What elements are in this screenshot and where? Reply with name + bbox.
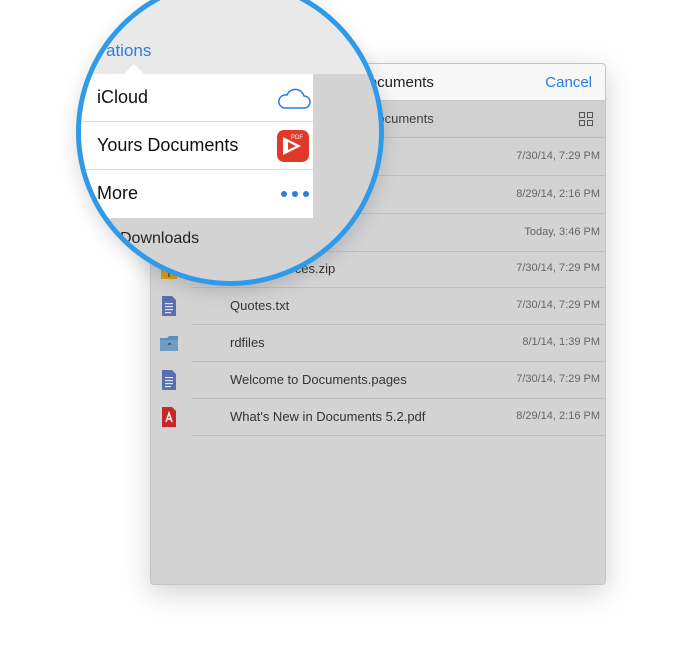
file-row[interactable]: Quotes.txt 7/30/14, 7:29 PM — [162, 287, 605, 325]
file-date: 7/30/14, 7:29 PM — [516, 262, 600, 274]
file-name: Welcome to Documents.pages — [230, 372, 407, 387]
text-file-icon — [162, 296, 176, 316]
back-button[interactable]: ations — [106, 41, 151, 61]
location-label: iCloud — [97, 87, 149, 107]
downloads-label: Downloads — [120, 230, 200, 247]
location-more[interactable]: More — [81, 170, 313, 217]
cancel-button[interactable]: Cancel — [545, 74, 592, 91]
location-label: Yours Documents — [97, 135, 239, 155]
locations-list: iCloud Yours Documents PDF More — [81, 74, 313, 218]
folder-icon — [160, 336, 178, 351]
file-date: 7/30/14, 7:29 PM — [516, 299, 600, 311]
file-date: 8/29/14, 2:16 PM — [516, 188, 600, 200]
svg-text:PDF: PDF — [291, 135, 303, 141]
pages-file-icon — [162, 370, 176, 390]
location-label: More — [97, 183, 139, 203]
more-icon — [281, 191, 309, 197]
file-date: Today, 3:46 PM — [524, 226, 600, 238]
pdf-expert-icon: PDF — [277, 130, 309, 162]
file-name: rdfiles — [230, 335, 265, 350]
lens-navigation-bar — [81, 0, 379, 74]
file-row[interactable]: What's New in Documents 5.2.pdf 8/29/14,… — [162, 398, 605, 436]
cloud-icon — [278, 88, 311, 109]
file-date: 7/30/14, 7:29 PM — [516, 150, 600, 162]
grid-view-icon[interactable] — [579, 112, 593, 126]
file-date: 8/29/14, 2:16 PM — [516, 410, 600, 422]
file-row[interactable]: rdfiles 8/1/14, 1:39 PM — [160, 324, 605, 362]
pdf-file-icon — [162, 407, 176, 427]
location-yours-documents[interactable]: Yours Documents PDF — [81, 122, 313, 170]
file-name: Quotes.txt — [230, 298, 290, 313]
file-name: What's New in Documents 5.2.pdf — [230, 409, 426, 424]
file-date: 8/1/14, 1:39 PM — [522, 336, 600, 348]
file-date: 7/30/14, 7:29 PM — [516, 373, 600, 385]
file-row[interactable]: Welcome to Documents.pages 7/30/14, 7:29… — [162, 361, 605, 399]
location-icloud[interactable]: iCloud — [81, 74, 313, 122]
